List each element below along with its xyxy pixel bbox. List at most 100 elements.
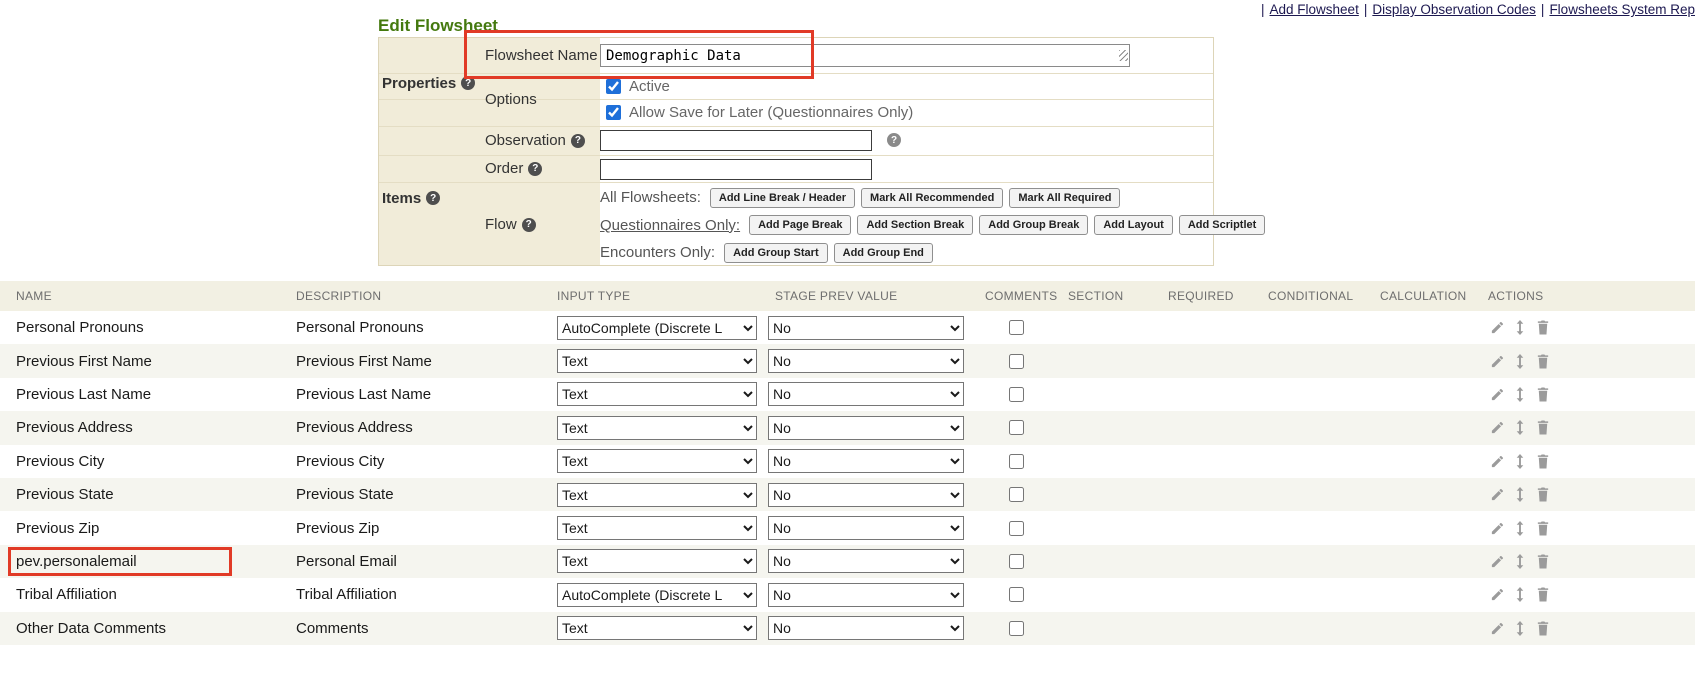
stage-prev-value-select[interactable]: No	[768, 449, 964, 473]
edit-pencil-icon[interactable]	[1488, 619, 1506, 637]
comments-checkbox[interactable]	[1009, 487, 1024, 502]
properties-group-label-text: Properties	[382, 75, 456, 92]
edit-pencil-icon[interactable]	[1488, 352, 1506, 370]
option-checkbox-0[interactable]	[606, 79, 621, 94]
edit-pencil-icon[interactable]	[1488, 319, 1506, 337]
move-updown-icon[interactable]	[1511, 419, 1529, 437]
comments-checkbox[interactable]	[1009, 554, 1024, 569]
delete-trash-icon[interactable]	[1534, 586, 1552, 604]
flow-group-label[interactable]: Questionnaires Only:	[600, 217, 740, 234]
input-type-select[interactable]: Text	[557, 616, 757, 640]
help-icon[interactable]: ?	[426, 191, 440, 205]
flow-button-add-group-end[interactable]: Add Group End	[834, 243, 933, 263]
top-nav-link-2[interactable]: Flowsheets System Rep	[1549, 2, 1695, 17]
input-type-select[interactable]: Text	[557, 549, 757, 573]
move-updown-icon[interactable]	[1511, 619, 1529, 637]
flow-button-add-group-break[interactable]: Add Group Break	[979, 215, 1088, 235]
input-type-select[interactable]: Text	[557, 483, 757, 507]
comments-checkbox[interactable]	[1009, 587, 1024, 602]
input-type-select[interactable]: Text	[557, 382, 757, 406]
stage-prev-value-select[interactable]: No	[768, 516, 964, 540]
comments-checkbox[interactable]	[1009, 420, 1024, 435]
input-type-select[interactable]: AutoComplete (Discrete L	[557, 316, 757, 340]
flowsheet-name-input[interactable]	[600, 44, 1130, 67]
edit-pencil-icon[interactable]	[1488, 486, 1506, 504]
stage-prev-value-select[interactable]: No	[768, 416, 964, 440]
order-input[interactable]	[600, 159, 872, 180]
row-name: Previous Address	[16, 411, 288, 444]
move-updown-icon[interactable]	[1511, 352, 1529, 370]
input-type-select[interactable]: Text	[557, 416, 757, 440]
help-icon[interactable]: ?	[528, 162, 542, 176]
comments-checkbox[interactable]	[1009, 387, 1024, 402]
row-calculation	[1380, 311, 1482, 344]
move-updown-icon[interactable]	[1511, 385, 1529, 403]
delete-trash-icon[interactable]	[1534, 452, 1552, 470]
move-updown-icon[interactable]	[1511, 552, 1529, 570]
delete-trash-icon[interactable]	[1534, 319, 1552, 337]
row-actions	[1488, 545, 1578, 578]
comments-checkbox[interactable]	[1009, 454, 1024, 469]
flow-button-add-layout[interactable]: Add Layout	[1094, 215, 1173, 235]
delete-trash-icon[interactable]	[1534, 552, 1552, 570]
input-type-select[interactable]: Text	[557, 516, 757, 540]
delete-trash-icon[interactable]	[1534, 385, 1552, 403]
help-icon[interactable]: ?	[887, 133, 901, 147]
delete-trash-icon[interactable]	[1534, 519, 1552, 537]
help-icon[interactable]: ?	[571, 134, 585, 148]
stage-prev-value-select[interactable]: No	[768, 382, 964, 406]
items-group-label: Items ?	[382, 189, 440, 207]
row-section	[1068, 445, 1160, 478]
top-nav-link-1[interactable]: Display Observation Codes	[1372, 2, 1536, 17]
comments-checkbox[interactable]	[1009, 621, 1024, 636]
stage-prev-value-select[interactable]: No	[768, 483, 964, 507]
flow-groups: All Flowsheets:Add Line Break / HeaderMa…	[600, 184, 1212, 267]
stage-prev-value-select[interactable]: No	[768, 616, 964, 640]
delete-trash-icon[interactable]	[1534, 419, 1552, 437]
options-checkbox-list: ActiveAllow Save for Later (Questionnair…	[606, 73, 1196, 126]
delete-trash-icon[interactable]	[1534, 619, 1552, 637]
edit-pencil-icon[interactable]	[1488, 552, 1506, 570]
edit-pencil-icon[interactable]	[1488, 519, 1506, 537]
flow-button-mark-all-required[interactable]: Mark All Required	[1009, 188, 1120, 208]
flow-button-mark-all-recommended[interactable]: Mark All Recommended	[861, 188, 1003, 208]
items-group-label-text: Items	[382, 190, 421, 207]
comments-checkbox[interactable]	[1009, 354, 1024, 369]
input-type-select[interactable]: Text	[557, 349, 757, 373]
stage-prev-value-select[interactable]: No	[768, 349, 964, 373]
move-updown-icon[interactable]	[1511, 519, 1529, 537]
move-updown-icon[interactable]	[1511, 452, 1529, 470]
input-type-select[interactable]: AutoComplete (Discrete L	[557, 583, 757, 607]
flow-button-add-page-break[interactable]: Add Page Break	[749, 215, 851, 235]
row-actions	[1488, 344, 1578, 377]
edit-pencil-icon[interactable]	[1488, 452, 1506, 470]
edit-pencil-icon[interactable]	[1488, 586, 1506, 604]
help-icon[interactable]: ?	[461, 76, 475, 90]
delete-trash-icon[interactable]	[1534, 486, 1552, 504]
option-checkbox-1[interactable]	[606, 105, 621, 120]
input-type-select[interactable]: Text	[557, 449, 757, 473]
row-actions	[1488, 378, 1578, 411]
move-updown-icon[interactable]	[1511, 486, 1529, 504]
delete-trash-icon[interactable]	[1534, 352, 1552, 370]
row-required	[1168, 612, 1262, 645]
edit-pencil-icon[interactable]	[1488, 385, 1506, 403]
comments-checkbox[interactable]	[1009, 521, 1024, 536]
move-updown-icon[interactable]	[1511, 319, 1529, 337]
stage-prev-value-select[interactable]: No	[768, 549, 964, 573]
help-icon[interactable]: ?	[522, 218, 536, 232]
row-description: Previous City	[296, 445, 548, 478]
stage-prev-value-select[interactable]: No	[768, 316, 964, 340]
comments-checkbox[interactable]	[1009, 320, 1024, 335]
move-updown-icon[interactable]	[1511, 586, 1529, 604]
edit-pencil-icon[interactable]	[1488, 419, 1506, 437]
flow-button-add-group-start[interactable]: Add Group Start	[724, 243, 828, 263]
stage-prev-value-select[interactable]: No	[768, 583, 964, 607]
observation-input[interactable]	[600, 130, 872, 151]
flow-button-add-line-break-header[interactable]: Add Line Break / Header	[710, 188, 855, 208]
resize-grip-icon[interactable]	[1119, 50, 1128, 61]
top-nav-link-0[interactable]: Add Flowsheet	[1270, 2, 1359, 17]
row-required	[1168, 411, 1262, 444]
flow-button-add-scriptlet[interactable]: Add Scriptlet	[1179, 215, 1265, 235]
flow-button-add-section-break[interactable]: Add Section Break	[857, 215, 973, 235]
